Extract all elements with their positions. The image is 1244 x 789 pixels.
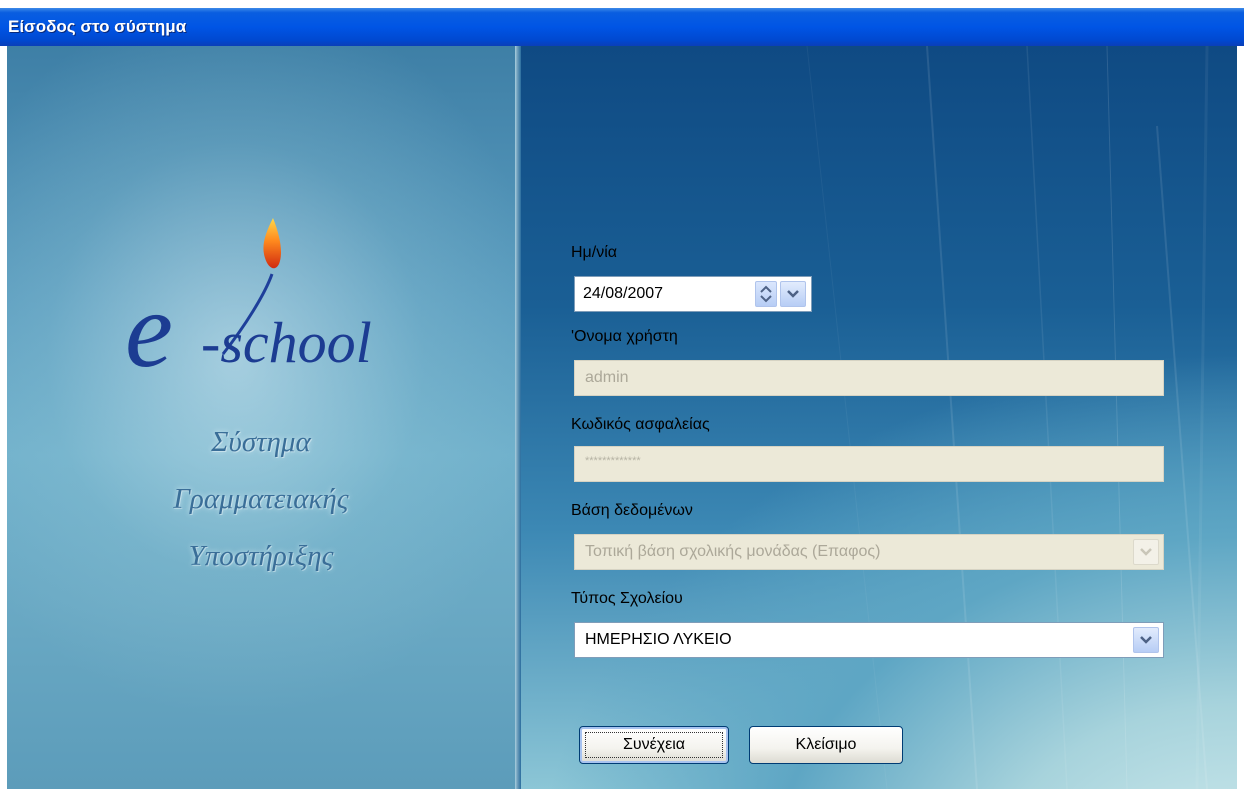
focus-ring (585, 732, 723, 758)
close-button-label: Κλείσιμο (795, 736, 857, 753)
database-select[interactable]: Τοπική βάση σχολικής μονάδας (Επαφος) (574, 534, 1164, 570)
flame-icon (263, 218, 281, 269)
school-type-selected-value: ΗΜΕΡΗΣΙΟ ΛΥΚΕΙΟ (585, 631, 732, 648)
date-label: Ημ/νία (571, 244, 618, 261)
window-title: Είσοδος στο σύστημα (8, 17, 187, 36)
date-value[interactable]: 24/08/2007 (583, 285, 663, 303)
username-label: 'Ονομα χρήστη (571, 328, 678, 345)
username-field[interactable]: admin (574, 360, 1164, 396)
date-spin-button[interactable] (755, 281, 777, 307)
database-selected-value: Τοπική βάση σχολικής μονάδας (Επαφος) (585, 543, 881, 560)
school-type-dropdown-button[interactable] (1133, 627, 1159, 653)
school-type-label: Τύπος Σχολείου (571, 590, 683, 607)
chevron-down-icon (787, 290, 799, 298)
database-dropdown-button[interactable] (1133, 539, 1159, 565)
system-subtitle-line-1: Σύστημα (211, 426, 311, 458)
login-window: Είσοδος στο σύστημα e -school Σύστημα Γρ… (0, 0, 1244, 789)
e-school-logo: e -school (125, 218, 372, 386)
chevron-down-icon (1140, 548, 1152, 556)
window-client-area: e -school Σύστημα Γραμματειακής Υποστήρι… (7, 46, 1237, 789)
svg-text:e: e (125, 271, 173, 386)
panel-divider (515, 46, 521, 789)
date-dropdown-button[interactable] (780, 281, 806, 307)
password-field[interactable]: ************* (574, 446, 1164, 482)
close-button[interactable]: Κλείσιμο (749, 726, 903, 764)
school-type-select[interactable]: ΗΜΕΡΗΣΙΟ ΛΥΚΕΙΟ (574, 622, 1164, 658)
continue-button[interactable]: Συνέχεια (579, 726, 729, 764)
username-value: admin (585, 369, 629, 386)
system-subtitle-line-2: Γραμματειακής (173, 483, 349, 515)
spin-updown-icon (760, 285, 772, 303)
title-bar[interactable]: Είσοδος στο σύστημα (0, 8, 1244, 46)
branding-panel: e -school Σύστημα Γραμματειακής Υποστήρι… (7, 46, 515, 789)
database-label: Βάση δεδομένων (571, 502, 693, 519)
system-subtitle-line-3: Υποστήριξης (188, 540, 334, 572)
logo-wordmark: -school (201, 310, 372, 375)
date-picker[interactable]: 24/08/2007 (574, 276, 812, 312)
password-value: ************* (585, 455, 641, 467)
chevron-down-icon (1140, 636, 1152, 644)
password-label: Κωδικός ασφαλείας (571, 416, 710, 433)
